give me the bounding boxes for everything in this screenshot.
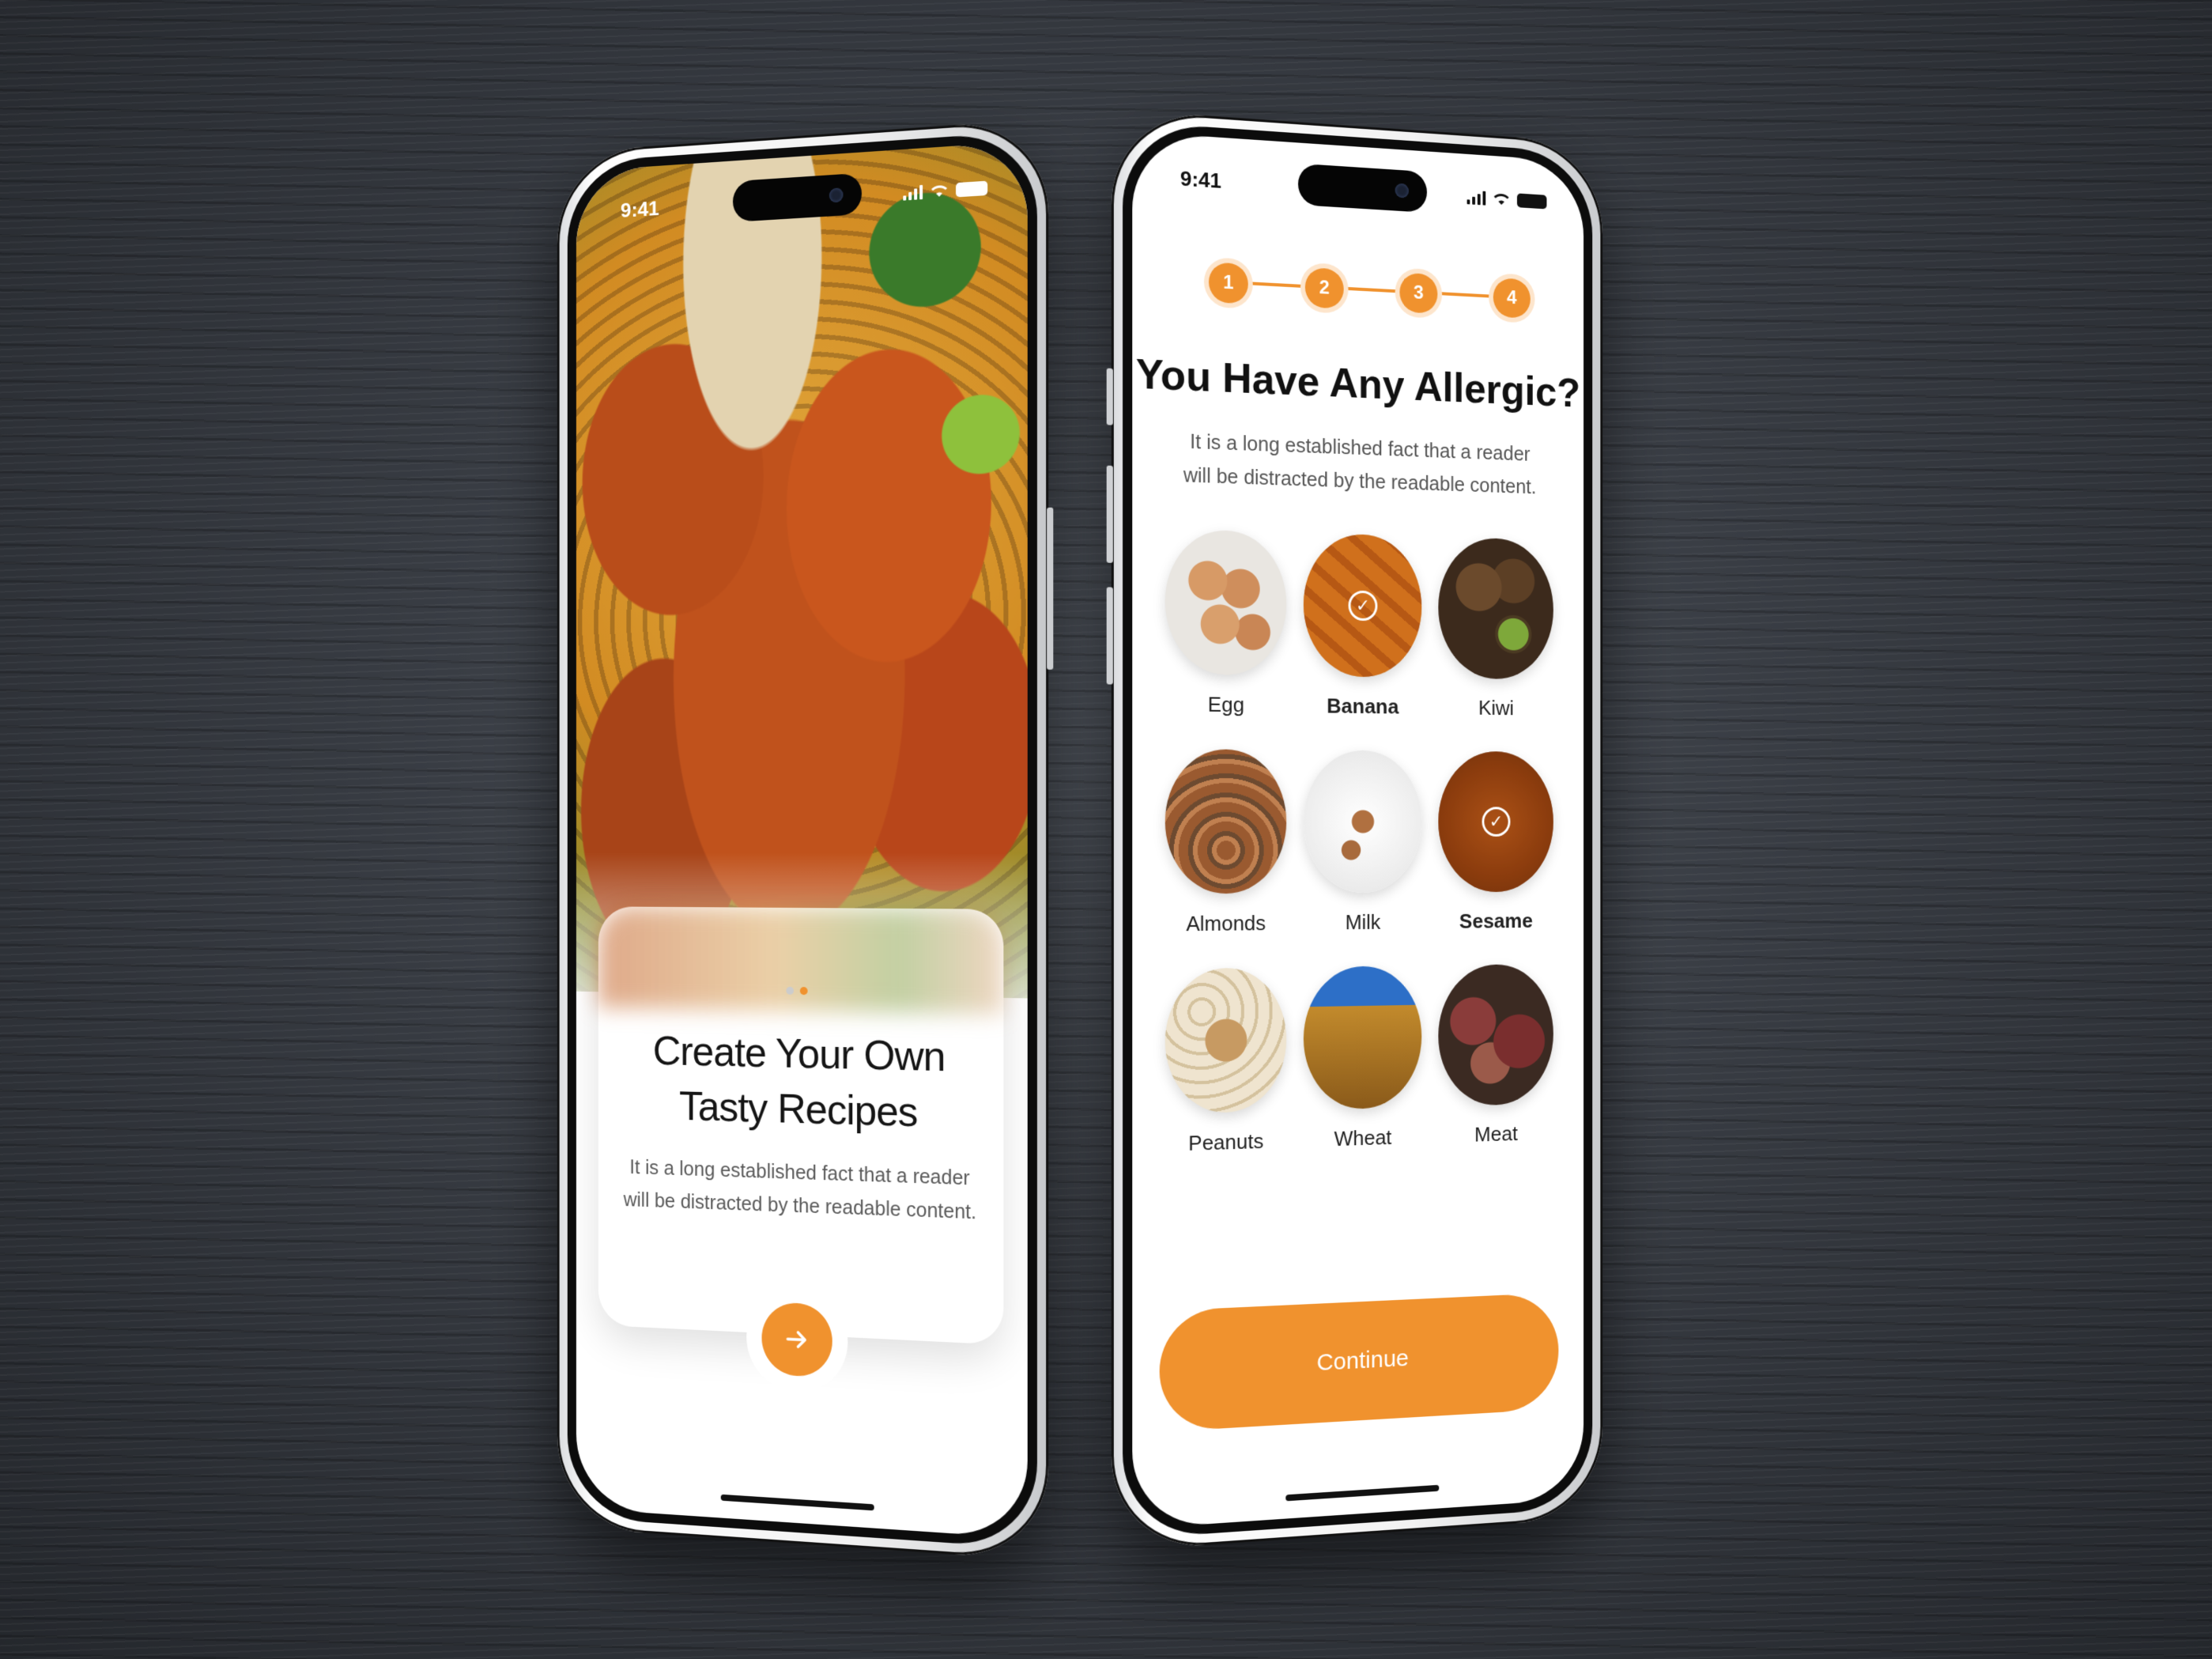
allergen-label: Meat [1474, 1121, 1518, 1147]
arrow-right-icon [787, 1331, 806, 1348]
wifi-icon [929, 182, 949, 197]
allergy-screen: 9:41 1 2 3 4 You Have Any Allergic? It i… [1132, 131, 1584, 1529]
onboarding-title-line: Tasty Recipes [679, 1083, 918, 1136]
allergen-label: Egg [1207, 692, 1244, 717]
check-icon: ✓ [1348, 590, 1378, 622]
allergen-milk[interactable]: Milk [1295, 750, 1430, 935]
allergen-kiwi[interactable]: Kiwi [1430, 536, 1561, 720]
allergen-label: Milk [1345, 909, 1381, 935]
allergen-meat[interactable]: Meat [1430, 963, 1561, 1149]
progress-stepper: 1 2 3 4 [1208, 257, 1531, 329]
battery-icon [1516, 193, 1547, 210]
card-blur-strip [598, 906, 1004, 1015]
banana-image[interactable]: ✓ [1303, 532, 1422, 678]
silent-switch [1106, 368, 1113, 425]
home-indicator[interactable] [720, 1494, 874, 1511]
wheat-image[interactable] [1303, 966, 1422, 1111]
volume-up-button [1106, 465, 1113, 563]
allergen-almonds[interactable]: Almonds [1157, 749, 1295, 937]
milk-image[interactable] [1303, 750, 1422, 894]
allergen-grid: Egg ✓ Banana Kiwi Almonds Milk ✓ Sesame … [1157, 528, 1562, 1157]
allergen-sesame[interactable]: ✓ Sesame [1430, 750, 1561, 934]
allergen-label: Banana [1327, 693, 1399, 719]
meat-image[interactable] [1438, 963, 1553, 1107]
onboarding-screen: 9:41 Create Your Own Tasty Recipes It is… [576, 141, 1028, 1539]
signal-icon [903, 183, 923, 201]
phone-bezel: 9:41 1 2 3 4 You Have Any Allergic? It i… [1123, 121, 1593, 1540]
allergen-wheat[interactable]: Wheat [1295, 966, 1430, 1153]
power-button [1047, 507, 1054, 670]
allergen-label: Wheat [1334, 1124, 1392, 1151]
onboarding-title-line: Create Your Own [652, 1028, 946, 1081]
wood-background: 9:41 Create Your Own Tasty Recipes It is… [0, 0, 2212, 1659]
signal-icon [1466, 188, 1486, 206]
phone-bezel: 9:41 Create Your Own Tasty Recipes It is… [567, 130, 1037, 1549]
status-icons [903, 180, 988, 201]
continue-button[interactable]: Continue [1159, 1292, 1559, 1432]
check-icon: ✓ [1482, 807, 1511, 837]
home-indicator[interactable] [1285, 1484, 1440, 1502]
phone-allergy: 9:41 1 2 3 4 You Have Any Allergic? It i… [1106, 108, 1603, 1552]
status-time: 9:41 [1180, 165, 1221, 193]
page-subtitle: It is a long established fact that a rea… [1180, 425, 1539, 504]
page-title: You Have Any Allergic? [1135, 350, 1580, 417]
step-4: 4 [1493, 278, 1531, 319]
allergen-peanuts[interactable]: Peanuts [1157, 967, 1295, 1157]
volume-down-button [1106, 587, 1113, 685]
allergen-label: Peanuts [1188, 1128, 1264, 1155]
step-2: 2 [1304, 266, 1344, 309]
allergen-label: Sesame [1459, 909, 1533, 933]
onboarding-card: Create Your Own Tasty Recipes It is a lo… [598, 906, 1004, 1345]
allergen-label: Kiwi [1478, 695, 1515, 720]
peanuts-image[interactable] [1165, 967, 1287, 1114]
phone-onboarding: 9:41 Create Your Own Tasty Recipes It is… [557, 118, 1054, 1562]
onboarding-subtitle: It is a long established fact that a rea… [598, 1150, 1004, 1230]
egg-image[interactable] [1165, 528, 1287, 676]
sesame-image[interactable]: ✓ [1438, 750, 1553, 893]
stepper-line [1227, 280, 1513, 300]
battery-icon [956, 180, 988, 198]
wifi-icon [1492, 190, 1512, 206]
allergen-banana[interactable]: ✓ Banana [1295, 532, 1430, 719]
kiwi-image[interactable] [1438, 536, 1553, 680]
step-3: 3 [1399, 272, 1438, 314]
page-dot-active [799, 987, 808, 996]
allergen-label: Almonds [1186, 910, 1266, 936]
status-icons [1466, 188, 1547, 210]
page-dot [786, 986, 795, 995]
step-1: 1 [1208, 262, 1248, 304]
almonds-image[interactable] [1165, 749, 1287, 894]
allergen-egg[interactable]: Egg [1157, 528, 1295, 718]
status-time: 9:41 [620, 195, 659, 222]
page-indicator [786, 986, 808, 996]
onboarding-title: Create Your Own Tasty Recipes [598, 1022, 1004, 1143]
